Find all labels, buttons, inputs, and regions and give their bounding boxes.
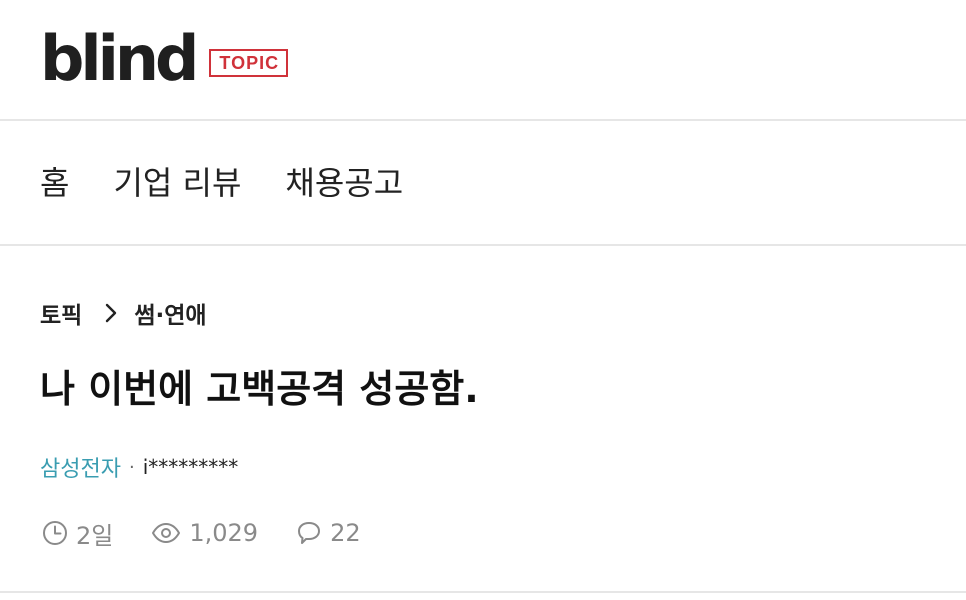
post-time: 2일 [42, 516, 113, 551]
eye-icon [152, 523, 181, 543]
brand-wordmark: blind [40, 22, 199, 95]
topic-badge: TOPIC [209, 49, 289, 77]
post-comments-value: 22 [330, 519, 361, 547]
breadcrumb-category[interactable]: 썸·연애 [134, 296, 206, 330]
author-separator: · [128, 456, 135, 478]
breadcrumb: 토픽 썸·연애 [40, 297, 207, 329]
page: blind TOPIC 홈 기업 리뷰 채용공고 토픽 썸·연애 나 이번에 고… [0, 0, 966, 600]
nav-item-jobs[interactable]: 채용공고 [285, 167, 403, 199]
section-divider [0, 591, 966, 593]
author-company[interactable]: 삼성전자 [40, 451, 121, 483]
author-line: 삼성전자 · i********* [40, 452, 238, 482]
nav-item-company-review[interactable]: 기업 리뷰 [113, 167, 241, 199]
post-views: 1,029 [151, 519, 258, 547]
post-comments[interactable]: 22 [296, 519, 361, 547]
nav-item-home[interactable]: 홈 [40, 167, 69, 199]
post-time-value: 2일 [76, 521, 114, 550]
main-nav: 홈 기업 리뷰 채용공고 [0, 121, 966, 246]
post-views-value: 1,029 [189, 519, 259, 547]
blind-topic-logo[interactable]: blind TOPIC [40, 22, 289, 95]
author-nickname: i********* [142, 455, 239, 479]
post-stats: 2일 1,029 22 [42, 516, 399, 550]
post-title: 나 이번에 고백공격 성공함. [40, 367, 479, 411]
comment-icon [298, 522, 321, 544]
breadcrumb-topic[interactable]: 토픽 [40, 296, 82, 330]
chevron-right-icon [104, 302, 118, 324]
site-header: blind TOPIC [0, 0, 966, 121]
clock-icon [43, 521, 67, 545]
